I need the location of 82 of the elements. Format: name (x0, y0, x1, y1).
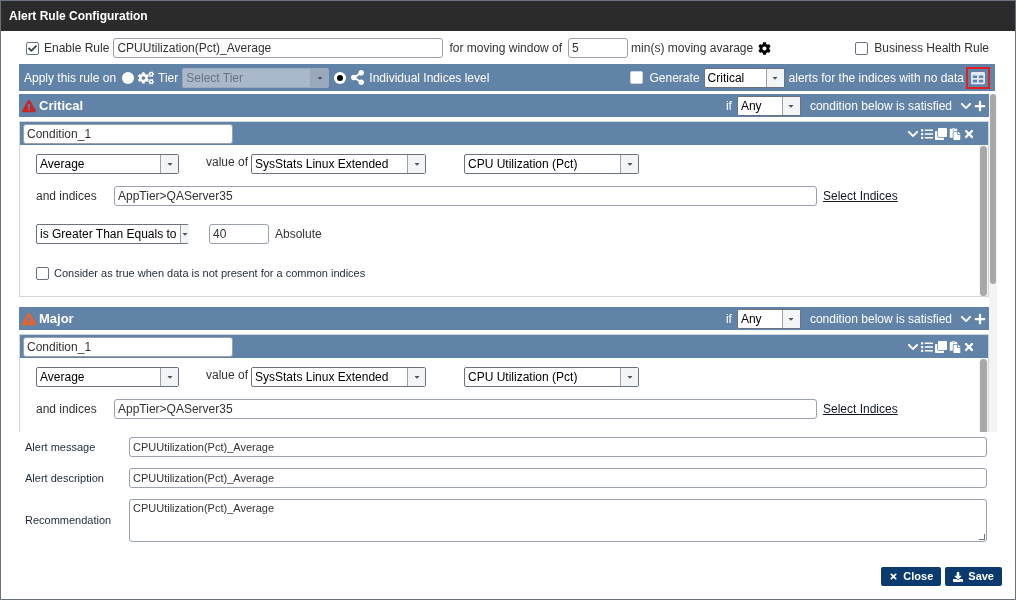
group-dropdown[interactable]: SysStats Linux Extended (251, 154, 427, 174)
gears-icon (138, 69, 155, 86)
indices-field[interactable]: AppTier>QAServer35 (114, 186, 817, 206)
caret-icon (412, 160, 421, 168)
severity-dropdown[interactable]: Critical (703, 67, 785, 88)
caret-icon (165, 373, 174, 381)
caret-icon (625, 373, 634, 381)
select-indices-link[interactable]: Select Indices (823, 187, 898, 205)
condition-satisfied-label: condition below is satisfied (809, 310, 952, 328)
select-indices-link[interactable]: Select Indices (823, 400, 898, 418)
share-icon (350, 70, 366, 85)
generate-label: Generate (649, 69, 700, 87)
caret-icon (180, 230, 189, 238)
text-input[interactable]: CPUUtilization(Pct)_Average (129, 437, 987, 457)
window-unit-label: min(s) moving avarage (631, 40, 754, 57)
close-icon (889, 572, 899, 581)
paste-icon[interactable] (949, 127, 961, 140)
scrollbar[interactable] (979, 145, 988, 296)
checkbox[interactable] (855, 41, 869, 55)
value-of-label: value of (206, 154, 249, 171)
recommendation-textarea[interactable]: CPUUtilization(Pct)_Average (129, 499, 987, 542)
rule-name-field[interactable]: CPUUtilization(Pct)_Average (113, 38, 444, 58)
close-icon[interactable] (963, 127, 975, 140)
close-button[interactable]: Close (881, 567, 942, 586)
settings-icon[interactable] (758, 41, 772, 55)
field-label: Alert description (25, 470, 105, 486)
enable-rule-label: Enable Rule (44, 40, 110, 57)
checkbox[interactable] (26, 41, 39, 55)
option-label: Individual Indices level (369, 69, 490, 87)
indices-field[interactable]: AppTier>QAServer35 (114, 399, 817, 419)
window-field[interactable]: 5 (568, 38, 629, 58)
severity-title: Major (39, 309, 74, 328)
if-label: if (725, 97, 732, 115)
consider-label: Consider as true when data is not present for a common indices (54, 266, 366, 281)
severity-title: Critical (39, 96, 84, 115)
save-button[interactable]: Save (945, 567, 1002, 586)
copy-icon[interactable] (935, 340, 947, 353)
text-input[interactable]: CPUUtilization(Pct)_Average (129, 468, 987, 488)
option-label: Tier (158, 69, 179, 87)
moving-window-label: for moving window of (449, 40, 563, 57)
condition-name-field[interactable]: Condition_1 (23, 123, 233, 144)
condition-name-field[interactable]: Condition_1 (23, 336, 233, 357)
metric-dropdown[interactable]: CPU Utilization (Pct) (464, 154, 640, 174)
close-icon[interactable] (963, 340, 975, 353)
window-title: Alert Rule Configuration (9, 8, 148, 25)
indices-label: and indices (36, 188, 98, 205)
if-label: if (725, 310, 732, 328)
match-dropdown[interactable]: Any (736, 308, 801, 329)
list-icon[interactable] (921, 340, 933, 353)
group-dropdown[interactable]: SysStats Linux Extended (251, 367, 427, 387)
caret-icon (412, 373, 421, 381)
operator-dropdown[interactable]: is Greater Than Equals to (36, 224, 189, 244)
copy-icon[interactable] (935, 127, 947, 140)
field-label: Recommendation (25, 513, 113, 529)
metric-dropdown[interactable]: CPU Utilization (Pct) (464, 367, 640, 387)
radio-button[interactable] (334, 71, 347, 84)
threshold-type-label: Absolute (275, 226, 322, 243)
add-icon[interactable] (974, 312, 986, 325)
warning-icon (22, 311, 36, 326)
match-dropdown[interactable]: Any (736, 95, 801, 116)
field-label: Alert message (25, 439, 97, 455)
caret-icon (165, 160, 174, 168)
add-icon[interactable] (974, 99, 986, 112)
warning-icon (22, 98, 36, 113)
list-icon[interactable] (921, 127, 933, 140)
download-icon (953, 571, 964, 582)
caret-icon (625, 160, 634, 168)
condition-satisfied-label: condition below is satisfied (809, 97, 952, 115)
apply-rule-label: Apply this rule on (24, 69, 117, 87)
checkbox[interactable] (36, 266, 49, 280)
scrollbar[interactable] (989, 94, 997, 432)
function-dropdown[interactable]: Average (36, 154, 179, 174)
resize-grip-icon (979, 534, 985, 540)
value-of-label: value of (206, 367, 249, 384)
table-icon-button[interactable] (966, 66, 990, 89)
no-data-label: alerts for the indices with no data (788, 69, 964, 87)
function-dropdown[interactable]: Average (36, 367, 179, 387)
business-health-label: Business Health Rule (874, 40, 989, 57)
threshold-field[interactable]: 40 (209, 224, 269, 244)
paste-icon[interactable] (949, 340, 961, 353)
indices-label: and indices (36, 401, 98, 418)
table-icon (971, 70, 985, 85)
